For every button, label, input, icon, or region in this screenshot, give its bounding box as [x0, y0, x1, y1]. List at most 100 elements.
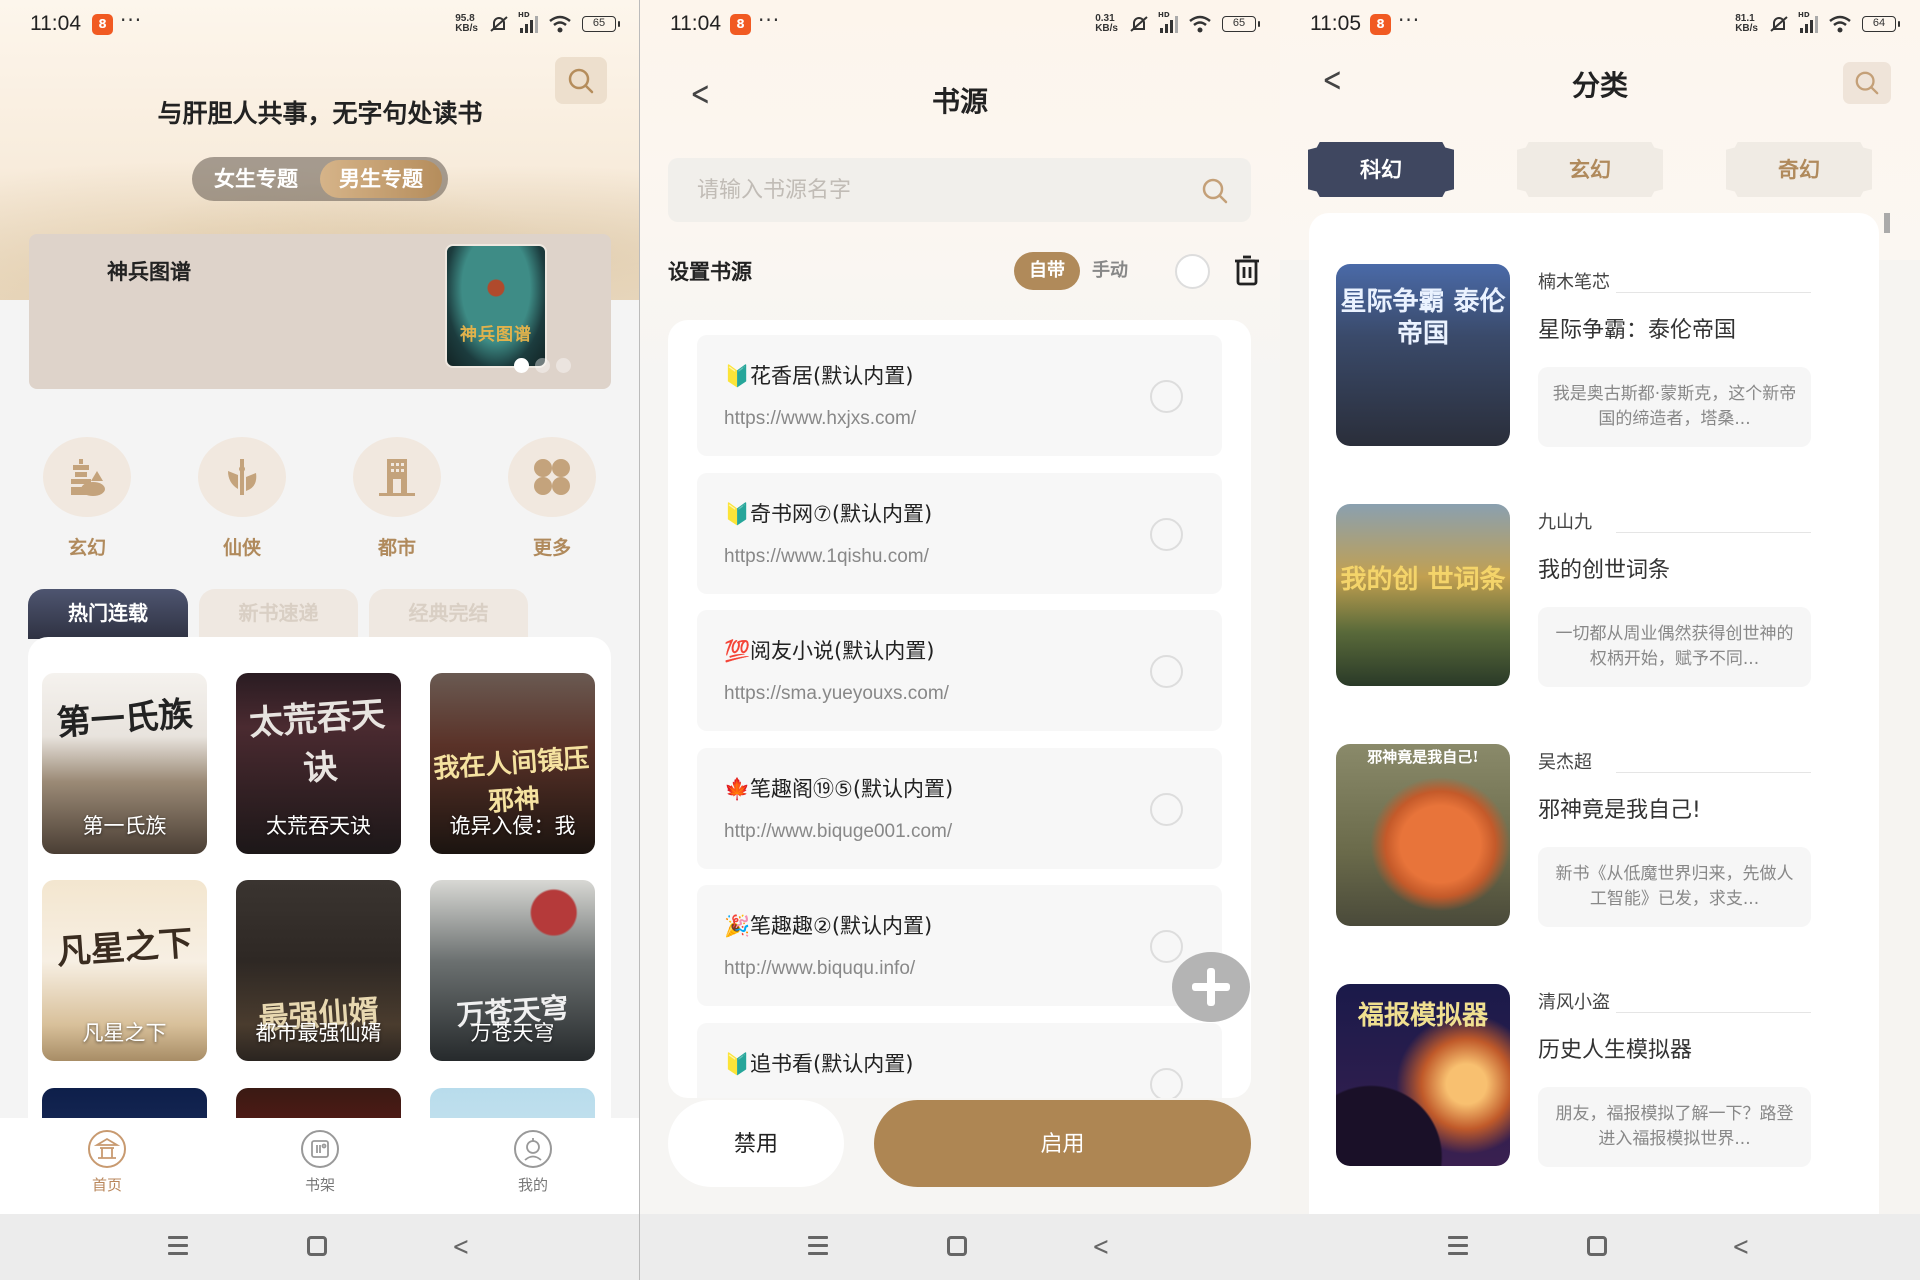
tab-classic-completed[interactable]: 经典完结 — [369, 589, 528, 639]
set-source-label: 设置书源 — [668, 259, 752, 284]
person-icon — [524, 1138, 542, 1161]
building-icon — [379, 459, 415, 496]
party-popper-icon: 🎉 — [724, 914, 751, 938]
divider — [1616, 1012, 1811, 1013]
add-source-button[interactable] — [1172, 952, 1250, 1022]
recent-apps-button[interactable] — [1448, 1236, 1468, 1256]
system-back-button[interactable]: < — [452, 1232, 469, 1262]
source-item[interactable]: 🍁笔趣阁⑲⑤(默认内置) http://www.biquge001.com/ — [697, 748, 1222, 869]
enable-button[interactable]: 启用 — [874, 1100, 1251, 1187]
source-settings-row: 设置书源 自带 手动 — [668, 252, 1259, 292]
tab-xuanhuan[interactable]: 玄幻 — [1517, 142, 1663, 197]
source-name: 笔趣趣②(默认内置) — [750, 914, 933, 938]
book-list-item[interactable]: 我的创 世词条 九山九 我的创世词条 一切都从周业偶然获得创世神的权柄开始，赋予… — [1309, 504, 1879, 687]
system-back-button[interactable]: < — [1732, 1232, 1749, 1262]
source-radio[interactable] — [1150, 930, 1183, 963]
book-cover[interactable]: 星际争霸 泰伦帝国 — [1336, 264, 1510, 446]
source-item[interactable]: 🔰奇书网⑦(默认内置) https://www.1qishu.com/ — [697, 473, 1222, 594]
home-button[interactable] — [307, 1236, 327, 1256]
recent-apps-button[interactable] — [808, 1236, 828, 1256]
book-cover[interactable]: 邪神竟是我自己! — [1336, 744, 1510, 926]
book-card[interactable]: 我在人间镇压邪神 诡异入侵：我 — [430, 673, 595, 854]
system-back-button[interactable]: < — [1092, 1232, 1109, 1262]
gender-toggle: 女生专题 男生专题 — [192, 157, 448, 201]
status-time: 11:04 — [30, 12, 81, 35]
category-dushi[interactable]: 都市 — [352, 437, 442, 560]
divider — [1616, 532, 1811, 533]
tab-scifi[interactable]: 科幻 — [1308, 142, 1454, 197]
source-radio[interactable] — [1150, 1068, 1183, 1098]
source-search-bar — [668, 158, 1251, 222]
status-time: 11:04 — [670, 12, 721, 35]
nav-home[interactable]: 首页 — [62, 1130, 152, 1195]
banner-title: 神兵图谱 — [107, 259, 191, 284]
network-speed: 81.1 KB/s — [1735, 13, 1758, 34]
book-card[interactable]: 太荒吞天诀 太荒吞天诀 — [236, 673, 401, 854]
book-source-screen: 11:04 8 ··· 0.31KB/s HD 65 < 书源 设置书源 自带 … — [640, 0, 1280, 1280]
book-author: 楠木笔芯 — [1538, 272, 1610, 293]
book-cover[interactable]: 福报模拟器 — [1336, 984, 1510, 1166]
book-author: 九山九 — [1538, 512, 1592, 533]
source-name: 阅友小说(默认内置) — [750, 639, 935, 663]
source-item[interactable]: 🎉笔趣趣②(默认内置) http://www.biququ.info/ — [697, 885, 1222, 1006]
pagination-dot[interactable] — [535, 358, 550, 373]
recent-apps-button[interactable] — [168, 1236, 188, 1256]
source-url: https://sma.yueyouxs.com/ — [724, 683, 949, 704]
category-book-list: 星际争霸 泰伦帝国 楠木笔芯 星际争霸：泰伦帝国 我是奥古斯都·蒙斯克，这个新帝… — [1309, 213, 1879, 1214]
status-bar: 11:04 8 ··· 0.31 KB/s HD 65 — [640, 0, 1280, 50]
book-card[interactable]: 万苍天穹 万苍天穹 — [430, 880, 595, 1061]
toggle-male[interactable]: 男生专题 — [320, 160, 442, 198]
search-icon[interactable] — [1201, 177, 1229, 205]
book-description: 我是奥古斯都·蒙斯克，这个新帝国的缔造者，塔桑... — [1538, 367, 1811, 447]
book-title: 邪神竟是我自己! — [1538, 798, 1701, 823]
category-xianxia[interactable]: 仙侠 — [197, 437, 287, 560]
source-radio[interactable] — [1150, 655, 1183, 688]
book-card[interactable]: 最强仙婿 都市最强仙婿 — [236, 880, 401, 1061]
tab-new-books[interactable]: 新书速递 — [199, 589, 358, 639]
tab-qihuan[interactable]: 奇幻 — [1726, 142, 1872, 197]
trash-icon[interactable] — [1233, 255, 1261, 287]
category-more[interactable]: 更多 — [507, 437, 597, 560]
banner-pagination — [514, 358, 571, 373]
book-list-item[interactable]: 星际争霸 泰伦帝国 楠木笔芯 星际争霸：泰伦帝国 我是奥古斯都·蒙斯克，这个新帝… — [1309, 264, 1879, 447]
source-radio[interactable] — [1150, 380, 1183, 413]
disable-button[interactable]: 禁用 — [668, 1100, 844, 1187]
nav-bookshelf[interactable]: 书架 — [275, 1130, 365, 1195]
book-list-item[interactable]: 邪神竟是我自己! 吴杰超 邪神竟是我自己! 新书《从低魔世界归来，先做人工智能》… — [1309, 744, 1879, 927]
source-url: https://www.hxjxs.com/ — [724, 408, 917, 429]
system-navigation-bar: < — [0, 1214, 639, 1280]
home-button[interactable] — [1587, 1236, 1607, 1256]
wifi-icon — [1829, 15, 1851, 33]
category-xuanhuan[interactable]: 玄幻 — [42, 437, 132, 560]
source-item[interactable]: 🔰追书看(默认内置) — [697, 1023, 1222, 1098]
nav-mine[interactable]: 我的 — [488, 1130, 578, 1195]
search-button[interactable] — [1843, 62, 1891, 104]
source-item[interactable]: 🔰花香居(默认内置) https://www.hxjxs.com/ — [697, 335, 1222, 456]
home-screen: 11:04 8 ··· 95.8 KB/s HD 65 与肝胆人共事，无字句处读书… — [0, 0, 640, 1280]
book-card[interactable]: 凡星之下 凡星之下 — [42, 880, 207, 1061]
mode-manual-button[interactable]: 手动 — [1092, 252, 1128, 290]
pavilion-icon — [94, 1137, 120, 1159]
book-card[interactable]: 第一氏族 第一氏族 — [42, 673, 207, 854]
source-item[interactable]: 💯阅友小说(默认内置) https://sma.yueyouxs.com/ — [697, 610, 1222, 731]
select-all-checkbox[interactable] — [1175, 254, 1210, 289]
network-speed: 0.31 KB/s — [1095, 13, 1118, 34]
more-notifications-icon: ··· — [120, 8, 143, 32]
toggle-female[interactable]: 女生专题 — [200, 160, 312, 198]
scrollbar[interactable] — [1884, 213, 1890, 233]
source-search-input[interactable] — [668, 158, 1188, 222]
book-list-item[interactable]: 福报模拟器 清风小盗 历史人生模拟器 朋友，福报模拟了解一下？路登进入福报模拟世… — [1309, 984, 1879, 1167]
source-radio[interactable] — [1150, 518, 1183, 551]
network-speed: 95.8 KB/s — [455, 13, 478, 34]
book-cover[interactable]: 我的创 世词条 — [1336, 504, 1510, 686]
tab-hot-serial[interactable]: 热门连载 — [28, 589, 188, 639]
mode-builtin-button[interactable]: 自带 — [1014, 252, 1080, 290]
source-radio[interactable] — [1150, 793, 1183, 826]
banner-book-cover[interactable]: 神兵图谱 — [445, 244, 547, 368]
pagination-dot[interactable] — [514, 358, 529, 373]
more-notifications-icon: ··· — [1398, 8, 1421, 32]
mute-bell-icon — [1130, 16, 1148, 32]
slogan: 与肝胆人共事，无字句处读书 — [157, 99, 483, 128]
pagination-dot[interactable] — [556, 358, 571, 373]
home-button[interactable] — [947, 1236, 967, 1256]
